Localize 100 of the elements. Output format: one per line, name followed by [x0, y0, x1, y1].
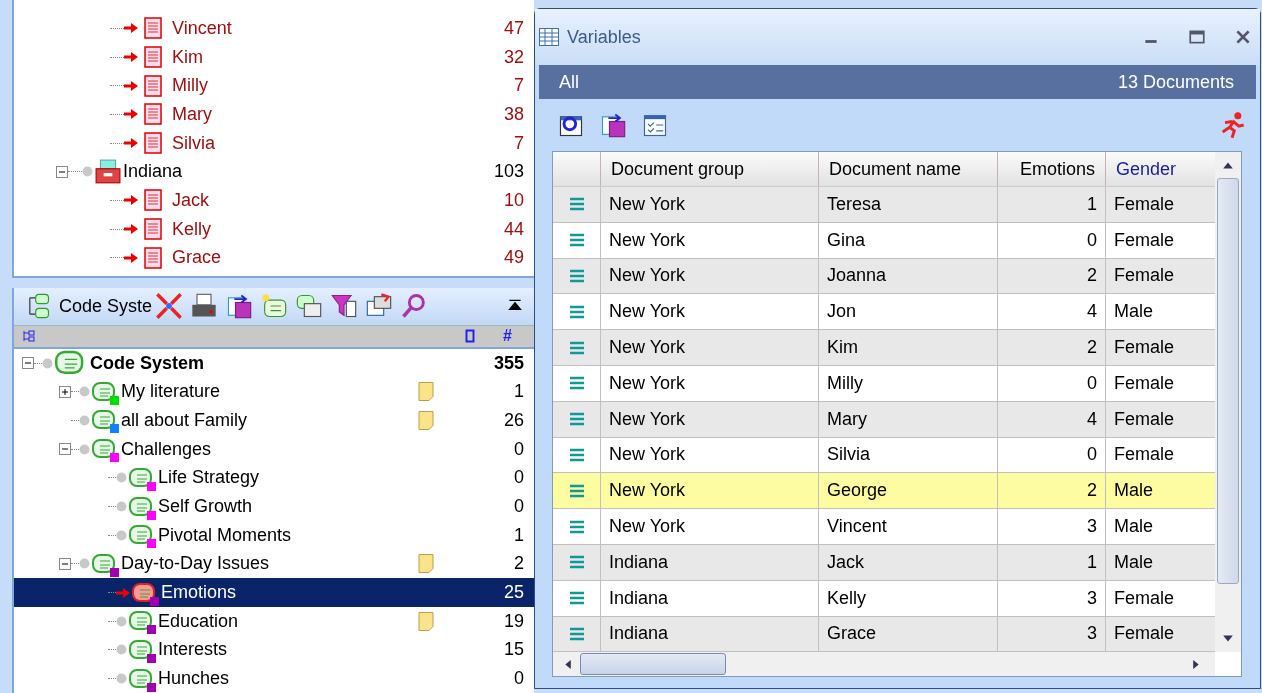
- tree-icon: [22, 329, 36, 344]
- table-cell: Mary: [818, 401, 997, 437]
- code-name[interactable]: Pivotal Moments: [158, 524, 292, 546]
- table-cell: New York: [600, 294, 818, 330]
- table-cell: Grace: [818, 616, 997, 652]
- code-name[interactable]: Hunches: [158, 668, 230, 690]
- tree-row[interactable]: Life Strategy 0: [14, 463, 534, 493]
- vertical-scrollbar[interactable]: [1215, 152, 1241, 653]
- table-cell: 3: [997, 509, 1105, 544]
- column-header[interactable]: Document name: [818, 152, 997, 186]
- document-name[interactable]: Kelly: [172, 218, 504, 240]
- table-row[interactable]: New York Mary 4 Female: [553, 401, 1215, 438]
- scroll-right-icon[interactable]: [1192, 658, 1201, 670]
- table-cell: Indiana: [600, 544, 818, 580]
- coding-count: 19: [502, 610, 524, 632]
- collapse-icon[interactable]: [56, 165, 68, 178]
- tree-row[interactable]: Pivotal Moments 1: [14, 520, 534, 550]
- export-icon[interactable]: [225, 292, 254, 321]
- document-group-name[interactable]: Indiana: [123, 161, 494, 183]
- document-icon: [144, 74, 162, 97]
- maximize-icon[interactable]: [1188, 28, 1206, 46]
- document-icon: [144, 46, 162, 69]
- code-icon: [92, 552, 118, 575]
- tree-row[interactable]: Challenges 0: [14, 434, 534, 464]
- tree-row[interactable]: Hunches 0: [14, 664, 534, 693]
- tree-row[interactable]: Education 19: [14, 606, 534, 636]
- table-row[interactable]: New York Teresa 1 Female: [553, 187, 1215, 223]
- table-cell: Silvia: [818, 437, 997, 473]
- column-header[interactable]: Emotions: [997, 152, 1105, 186]
- table-row[interactable]: New York Jon 4 Male: [553, 294, 1215, 331]
- expand-icon[interactable]: [59, 385, 71, 398]
- lines-icon: [568, 197, 585, 212]
- export-icon[interactable]: [599, 111, 627, 139]
- tree-row[interactable]: Interests 15: [14, 635, 534, 665]
- document-icon: [144, 189, 162, 212]
- tree-row[interactable]: Self Growth 0: [14, 492, 534, 521]
- lines-icon: [568, 483, 585, 498]
- collapse-icon[interactable]: [59, 557, 71, 570]
- code-icon: [129, 495, 155, 518]
- document-name[interactable]: Mary: [172, 103, 504, 125]
- document-icon: [144, 17, 162, 40]
- horizontal-scrollbar[interactable]: [553, 652, 1215, 677]
- code-name[interactable]: My literature: [121, 381, 221, 403]
- code-name[interactable]: Emotions: [161, 582, 237, 604]
- column-header[interactable]: Document group: [600, 152, 818, 186]
- tree-row[interactable]: Emotions 25: [14, 578, 534, 607]
- tree-row[interactable]: My literature 1: [14, 377, 534, 407]
- document-name[interactable]: Vincent: [172, 17, 504, 39]
- lines-icon: [568, 376, 585, 391]
- tree-row[interactable]: Day-to-Day Issues 2: [14, 549, 534, 579]
- table-row[interactable]: Indiana Grace 3 Female: [553, 616, 1215, 653]
- document-name[interactable]: Kim: [172, 46, 504, 68]
- coding-count: 1: [513, 381, 524, 403]
- code-icon: [92, 380, 118, 403]
- table-row[interactable]: New York George 2 Male: [553, 473, 1215, 510]
- coding-count: 0: [513, 467, 524, 489]
- collapse-all-icon[interactable]: [155, 292, 184, 321]
- table-row[interactable]: New York Silvia 0 Female: [553, 437, 1215, 474]
- document-icon: [144, 103, 162, 126]
- table-row[interactable]: New York Kim 2 Female: [553, 330, 1215, 366]
- lines-icon: [568, 340, 585, 355]
- code-name[interactable]: Challenges: [121, 438, 212, 460]
- table-cell: 4: [997, 401, 1105, 437]
- lines-icon: [568, 447, 585, 462]
- document-count: 13 Documents: [1117, 71, 1234, 93]
- table-cell: Indiana: [600, 580, 818, 616]
- scroll-up-icon[interactable]: [1222, 160, 1234, 170]
- code-icon: [129, 610, 155, 633]
- collapse-icon[interactable]: [59, 443, 71, 456]
- tree-row[interactable]: Code System 355: [14, 348, 534, 378]
- table-cell: New York: [600, 509, 818, 544]
- coding-count: 38: [503, 103, 524, 125]
- table-row[interactable]: Indiana Jack 1 Male: [553, 544, 1215, 581]
- document-icon: [144, 218, 162, 241]
- code-name[interactable]: all about Family: [121, 409, 248, 431]
- coding-count: 49: [503, 247, 524, 269]
- table-row[interactable]: New York Gina 0 Female: [553, 222, 1215, 259]
- table-row[interactable]: Indiana Kelly 3 Female: [553, 580, 1215, 617]
- table-row[interactable]: New York Milly 0 Female: [553, 366, 1215, 402]
- code-name[interactable]: Interests: [158, 639, 228, 661]
- document-name[interactable]: Grace: [172, 247, 504, 269]
- tree-row[interactable]: all about Family 26: [14, 406, 534, 435]
- scroll-thumb[interactable]: [580, 653, 726, 676]
- document-name[interactable]: Jack: [172, 189, 504, 211]
- table-cell: Indiana: [600, 616, 818, 652]
- code-name[interactable]: Code System: [90, 352, 205, 374]
- table-row[interactable]: New York Joanna 2 Female: [553, 258, 1215, 295]
- code-name[interactable]: Life Strategy: [158, 467, 260, 489]
- close-icon[interactable]: [1234, 28, 1252, 46]
- document-name[interactable]: Milly: [172, 75, 514, 97]
- scroll-left-icon[interactable]: [563, 658, 572, 670]
- document-name[interactable]: Silvia: [172, 132, 514, 154]
- collapse-icon[interactable]: [22, 357, 34, 370]
- table-cell: New York: [600, 473, 818, 509]
- code-name[interactable]: Self Growth: [158, 496, 253, 518]
- lines-icon: [568, 412, 585, 427]
- code-name[interactable]: Education: [158, 610, 239, 632]
- scroll-thumb[interactable]: [1217, 178, 1239, 584]
- table-row[interactable]: New York Vincent 3 Male: [553, 509, 1215, 545]
- code-name[interactable]: Day-to-Day Issues: [121, 553, 270, 575]
